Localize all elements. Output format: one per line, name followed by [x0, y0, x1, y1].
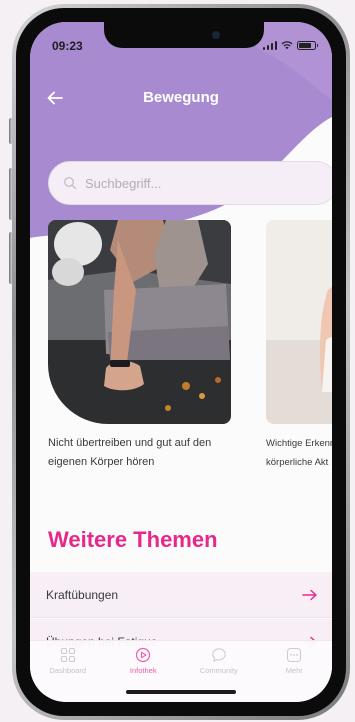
status-time: 09:23 — [52, 39, 83, 53]
tab-label: Dashboard — [49, 666, 87, 675]
article-card-image[interactable] — [48, 220, 231, 424]
search-icon — [63, 176, 77, 190]
tab-label: Infothek — [129, 666, 157, 675]
wellness-photo — [266, 220, 332, 424]
section-title: Weitere Themen — [48, 527, 218, 552]
article-caption-2-line2: körperliche Akt — [266, 457, 329, 468]
arrow-right-icon — [302, 589, 317, 600]
chat-bubble-icon — [211, 648, 226, 662]
search-input[interactable] — [85, 175, 305, 191]
exercise-photo — [48, 220, 231, 424]
article-caption-2-line1: Wichtige Erkenn — [266, 438, 332, 449]
tab-dashboard[interactable]: Dashboard — [30, 641, 106, 702]
tab-label: Community — [199, 666, 238, 675]
play-circle-icon — [136, 647, 151, 663]
front-camera — [212, 31, 220, 39]
article-caption[interactable]: Nicht übertreiben und gut auf den eigene… — [48, 434, 248, 472]
home-indicator — [126, 690, 236, 694]
page-title: Bewegung — [143, 89, 219, 106]
battery-icon — [297, 40, 318, 50]
article-card-image-2[interactable] — [266, 220, 332, 424]
article-caption-2[interactable]: Wichtige Erkenn körperliche Akt — [266, 434, 332, 472]
topic-label: Kraftübungen — [46, 587, 119, 602]
tab-mehr[interactable]: Mehr — [257, 641, 333, 702]
grid-icon — [60, 647, 75, 663]
phone-frame: 09:23 Bewegung Suchbegriff... Nicht über… — [12, 4, 350, 720]
search-bar[interactable] — [48, 161, 332, 205]
device-stage: 09:23 Bewegung Suchbegriff... Nicht über… — [0, 0, 355, 722]
status-icons — [262, 40, 318, 50]
more-icon — [287, 647, 302, 663]
wifi-icon — [281, 41, 293, 50]
notch — [104, 22, 264, 48]
topic-row-kraftuebungen[interactable]: Kraftübungen — [30, 572, 332, 618]
signal-icon — [262, 40, 277, 50]
phone-bezel: 09:23 Bewegung Suchbegriff... Nicht über… — [16, 8, 346, 716]
app-screen: 09:23 Bewegung Suchbegriff... Nicht über… — [30, 22, 332, 702]
tab-label: Mehr — [285, 666, 303, 675]
tab-bar: Dashboard Infothek Community Mehr — [30, 640, 332, 702]
